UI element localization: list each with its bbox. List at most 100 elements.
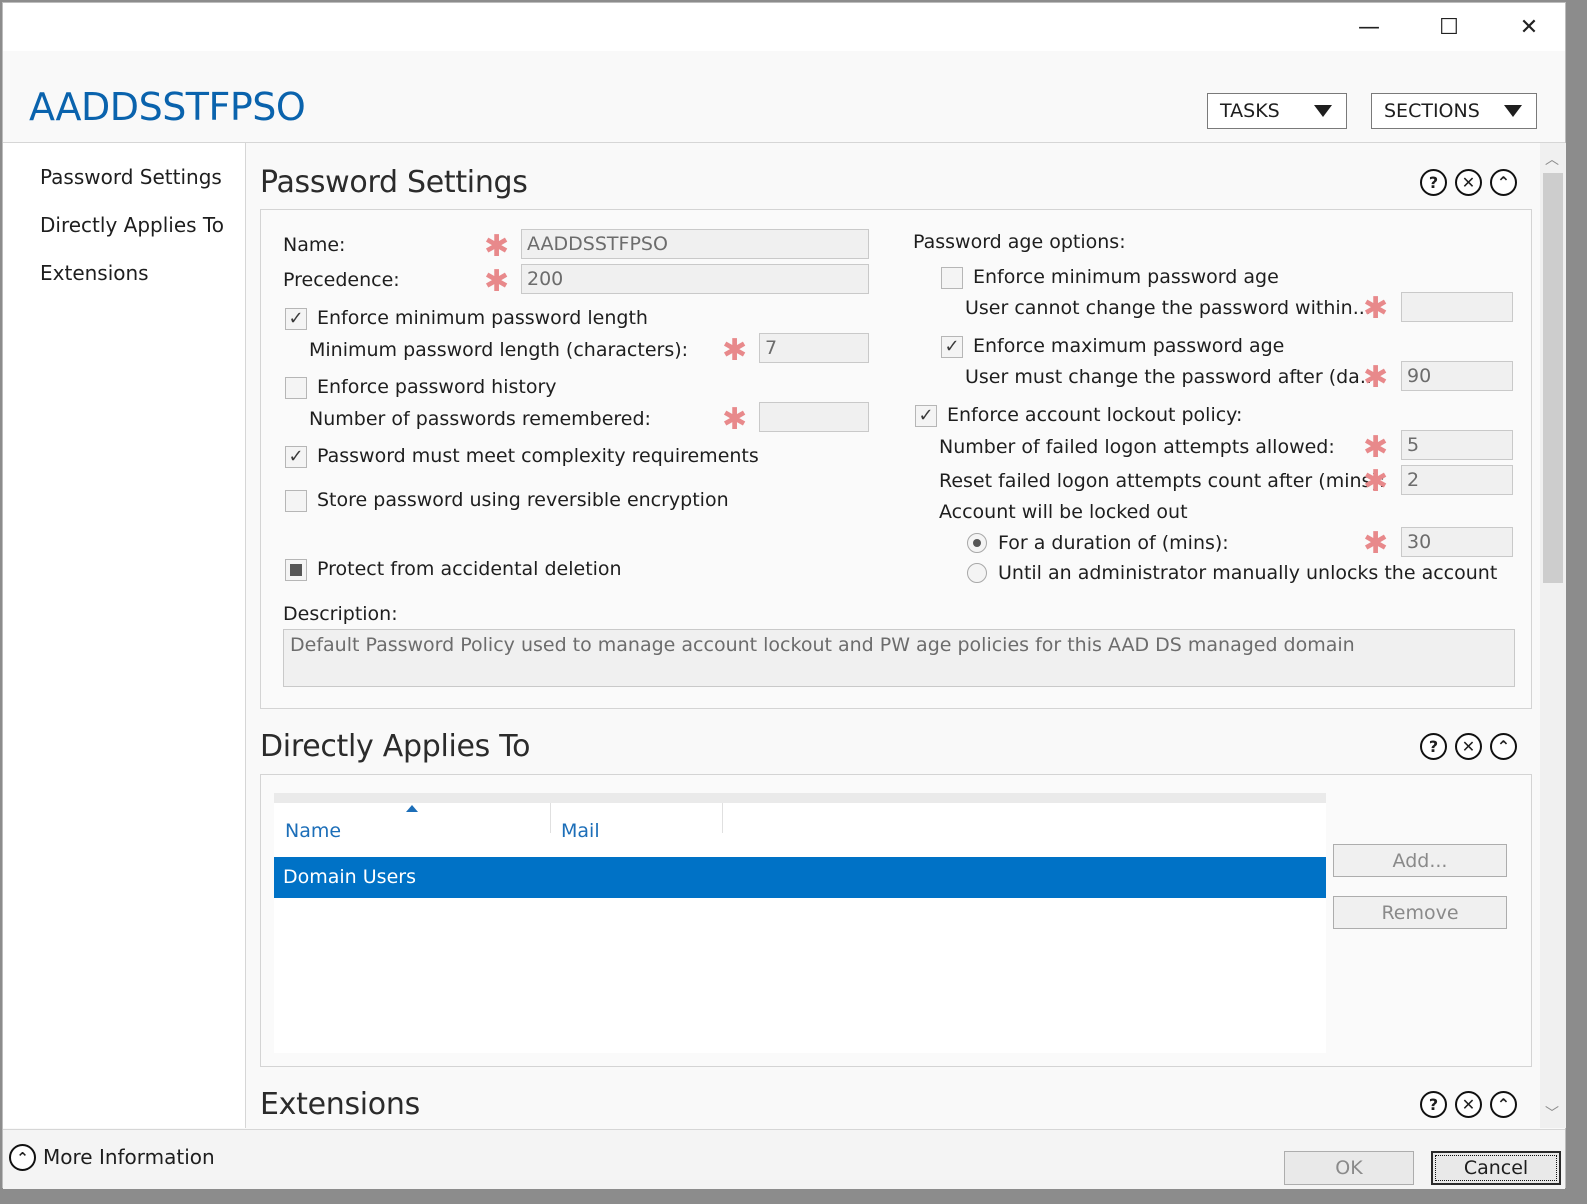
history-field[interactable] (759, 402, 869, 432)
min-age-field[interactable] (1401, 292, 1513, 322)
manual-unlock-radio[interactable] (967, 563, 987, 583)
name-label: Name: (283, 234, 346, 256)
duration-field[interactable]: 30 (1401, 527, 1513, 557)
dialog-window: — ☐ ✕ AADDSSTFPSO TASKS SECTIONS Passwor… (2, 2, 1566, 1189)
manual-unlock-label: Until an administrator manually unlocks … (998, 562, 1498, 584)
tasks-label: TASKS (1220, 100, 1280, 122)
enforce-min-length-label: Enforce minimum password length (317, 307, 648, 329)
sections-label: SECTIONS (1384, 100, 1480, 122)
description-label: Description: (283, 603, 398, 625)
vertical-scrollbar[interactable]: ︿ ﹀ (1540, 143, 1566, 1128)
section-nav: Password Settings Directly Applies To Ex… (3, 143, 246, 1128)
nav-item-extensions[interactable]: Extensions (40, 261, 149, 285)
enforce-max-age-label: Enforce maximum password age (973, 335, 1285, 357)
scroll-down-icon[interactable]: ﹀ (1545, 1103, 1559, 1123)
required-asterisk-icon: ✱ (722, 402, 748, 437)
name-field[interactable]: AADDSSTFPSO (521, 229, 869, 259)
column-header-name[interactable]: Name (274, 811, 550, 851)
chevron-down-icon (1504, 105, 1522, 117)
minimize-icon: — (1358, 14, 1380, 40)
min-age-label: User cannot change the password within..… (965, 297, 1371, 319)
maximize-button[interactable]: ☐ (1419, 9, 1479, 45)
reset-count-label: Reset failed logon attempts count after … (939, 470, 1386, 492)
maximize-icon: ☐ (1439, 14, 1459, 40)
extensions-heading: Extensions (260, 1087, 420, 1122)
password-settings-heading: Password Settings (260, 165, 528, 200)
content-area: Password Settings ? ✕ ⌃ Name: ✱ AADDSSTF… (247, 143, 1539, 1128)
enforce-history-label: Enforce password history (317, 376, 557, 398)
sections-dropdown[interactable]: SECTIONS (1371, 93, 1537, 129)
lockout-checkbox[interactable]: ✓ (915, 405, 937, 427)
title-bar: — ☐ ✕ (3, 3, 1565, 51)
required-asterisk-icon: ✱ (1363, 291, 1389, 326)
close-section-icon[interactable]: ✕ (1455, 733, 1482, 760)
max-age-label: User must change the password after (da.… (965, 366, 1378, 388)
complexity-checkbox[interactable]: ✓ (285, 446, 307, 468)
enforce-min-length-checkbox[interactable]: ✓ (285, 308, 307, 330)
complexity-label: Password must meet complexity requiremen… (317, 445, 759, 467)
column-header-mail[interactable]: Mail (550, 811, 722, 851)
section-controls: ? ✕ ⌃ (1420, 169, 1530, 199)
enforce-max-age-checkbox[interactable]: ✓ (941, 336, 963, 358)
collapse-icon[interactable]: ⌃ (1490, 1091, 1517, 1118)
column-separator (722, 803, 723, 833)
page-title: AADDSSTFPSO (29, 85, 306, 129)
reversible-label: Store password using reversible encrypti… (317, 489, 729, 511)
reversible-checkbox[interactable] (285, 490, 307, 512)
close-section-icon[interactable]: ✕ (1455, 1091, 1482, 1118)
enforce-min-age-label: Enforce minimum password age (973, 266, 1279, 288)
required-asterisk-icon: ✱ (1363, 526, 1389, 561)
precedence-label: Precedence: (283, 269, 400, 291)
minimize-button[interactable]: — (1339, 9, 1399, 45)
cancel-button[interactable]: Cancel (1431, 1151, 1561, 1185)
required-asterisk-icon: ✱ (484, 229, 510, 264)
duration-label: For a duration of (mins): (998, 532, 1229, 554)
remove-button[interactable]: Remove (1333, 896, 1507, 929)
nav-item-directly-applies-to[interactable]: Directly Applies To (40, 213, 224, 237)
password-settings-panel: Name: ✱ AADDSSTFPSO Precedence: ✱ 200 ✓ … (260, 209, 1532, 709)
max-age-field[interactable]: 90 (1401, 361, 1513, 391)
age-options-label: Password age options: (913, 231, 1126, 253)
help-icon[interactable]: ? (1420, 1091, 1447, 1118)
dialog-footer: ⌃ More Information OK Cancel (3, 1129, 1565, 1189)
lockout-label: Enforce account lockout policy: (947, 404, 1243, 426)
duration-radio[interactable] (967, 533, 987, 553)
enforce-min-age-checkbox[interactable] (941, 267, 963, 289)
close-icon: ✕ (1519, 14, 1539, 40)
protect-checkbox[interactable] (285, 559, 307, 581)
scroll-up-icon[interactable]: ︿ (1545, 149, 1559, 169)
help-icon[interactable]: ? (1420, 733, 1447, 760)
applies-to-grid: Name Mail Domain Users (274, 793, 1326, 1053)
reset-count-field[interactable]: 2 (1401, 465, 1513, 495)
applies-to-panel: Name Mail Domain Users Add... Remove (260, 774, 1532, 1067)
history-label: Number of passwords remembered: (309, 408, 651, 430)
add-button[interactable]: Add... (1333, 844, 1507, 877)
tasks-dropdown[interactable]: TASKS (1207, 93, 1347, 129)
chevron-down-icon (1314, 105, 1332, 117)
expand-more-icon[interactable]: ⌃ (9, 1144, 36, 1171)
required-asterisk-icon: ✱ (1363, 360, 1389, 395)
enforce-history-checkbox[interactable] (285, 377, 307, 399)
close-section-icon[interactable]: ✕ (1455, 169, 1482, 196)
help-icon[interactable]: ? (1420, 169, 1447, 196)
more-information-link[interactable]: More Information (43, 1145, 215, 1169)
precedence-field[interactable]: 200 (521, 264, 869, 294)
scroll-thumb[interactable] (1543, 173, 1563, 583)
grid-header-bar (274, 793, 1326, 803)
required-asterisk-icon: ✱ (1363, 464, 1389, 499)
ok-button[interactable]: OK (1284, 1151, 1414, 1185)
protect-label: Protect from accidental deletion (317, 558, 622, 580)
required-asterisk-icon: ✱ (484, 264, 510, 299)
close-window-button[interactable]: ✕ (1499, 9, 1559, 45)
collapse-icon[interactable]: ⌃ (1490, 733, 1517, 760)
min-length-field[interactable]: 7 (759, 333, 869, 363)
required-asterisk-icon: ✱ (722, 333, 748, 368)
nav-item-password-settings[interactable]: Password Settings (40, 165, 222, 189)
table-row[interactable]: Domain Users (274, 857, 1326, 898)
locked-out-label: Account will be locked out (939, 501, 1188, 523)
section-controls: ? ✕ ⌃ (1420, 733, 1530, 763)
description-field[interactable]: Default Password Policy used to manage a… (283, 629, 1515, 687)
collapse-icon[interactable]: ⌃ (1490, 169, 1517, 196)
failed-attempts-field[interactable]: 5 (1401, 430, 1513, 460)
failed-attempts-label: Number of failed logon attempts allowed: (939, 436, 1335, 458)
